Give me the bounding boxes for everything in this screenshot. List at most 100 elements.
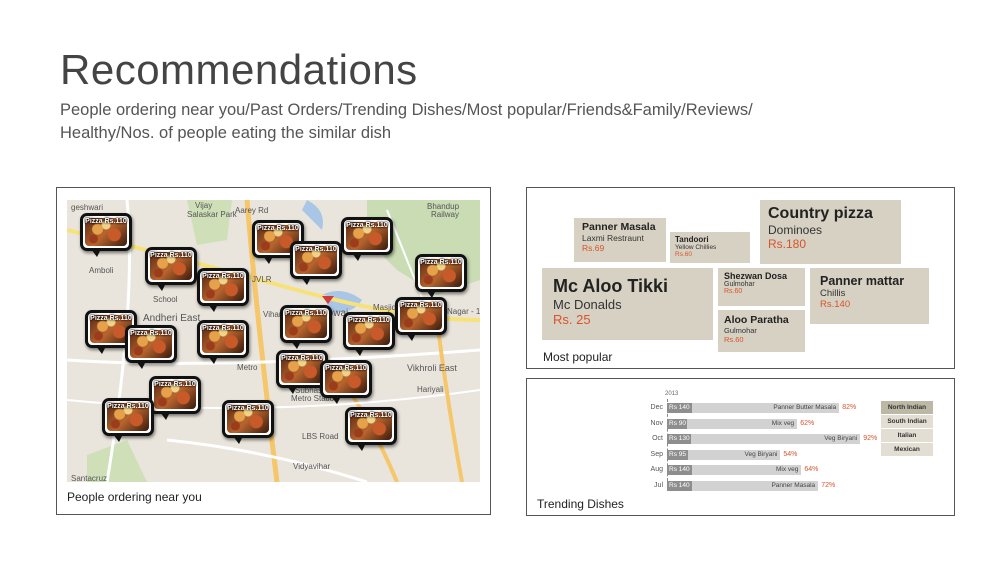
trending-price-label: Rs 130 <box>667 434 691 444</box>
popular-dish-name: Aloo Paratha <box>724 314 789 326</box>
order-pin[interactable]: Pizza Rs.110 <box>320 360 372 404</box>
trending-bar: Rs 140 Panner Masala <box>667 480 819 491</box>
pin-price-label: Pizza Rs.110 <box>420 259 462 266</box>
pin-price-label: Pizza Rs.110 <box>346 222 388 229</box>
trending-row[interactable]: Jul Rs 140 Panner Masala 72% <box>527 480 947 492</box>
map-label: Aarey Rd <box>235 206 269 215</box>
trending-dish-label: Mix veg <box>692 465 802 475</box>
legend-north-indian[interactable]: North Indian <box>881 401 933 414</box>
slide-title: Recommendations <box>60 46 418 93</box>
pin-price-label: Pizza Rs.110 <box>295 246 337 253</box>
popular-restaurant: Gulmohar <box>724 281 755 288</box>
popular-price: Rs. 25 <box>553 312 591 327</box>
trending-percent: 92% <box>863 435 878 442</box>
trending-month: Sep <box>650 450 663 458</box>
popular-tile[interactable]: Aloo Paratha Gulmohar Rs.60 <box>718 310 805 352</box>
trending-percent: 54% <box>783 450 798 458</box>
order-pin[interactable]: Pizza Rs.110 <box>345 407 397 451</box>
pin-price-label: Pizza Rs.110 <box>202 325 244 332</box>
map-label: Andheri East <box>143 313 201 324</box>
order-pin[interactable]: Pizza Rs.110 <box>149 376 201 420</box>
order-pin[interactable]: Pizza Rs.110 <box>80 213 132 257</box>
cuisine-legend: North Indian South Indian Italian Mexica… <box>881 401 933 457</box>
map-label: Santacruz <box>71 474 108 482</box>
map-label: Hariyali <box>417 385 444 394</box>
order-pin[interactable]: Pizza Rs.110 <box>341 217 393 261</box>
trending-month: Dec <box>650 404 663 411</box>
subtitle-line-2: Healthy/Nos. of people eating the simila… <box>60 124 392 142</box>
order-pin[interactable]: Pizza Rs.110 <box>102 398 154 442</box>
popular-restaurant: Yellow Chillies <box>675 244 717 251</box>
trending-month: Oct <box>652 435 663 442</box>
popular-restaurant: Chillis <box>820 288 846 299</box>
trending-bar: Rs 130 Veg Biryani <box>667 434 861 444</box>
pin-price-label: Pizza Rs.110 <box>281 355 323 362</box>
map-label: JVLR <box>252 275 272 284</box>
map-label: Vijay <box>195 201 213 210</box>
map-label: Salaskar Park <box>187 210 237 219</box>
pin-price-label: Pizza Rs.110 <box>202 273 244 280</box>
popular-price: Rs.180 <box>768 237 807 251</box>
order-pin[interactable]: Pizza Rs.110 <box>145 247 197 291</box>
slide-subtitle: People ordering near you/Past Orders/Tre… <box>60 99 820 145</box>
legend-italian[interactable]: Italian <box>881 429 933 442</box>
order-pin[interactable]: Pizza Rs.110 <box>290 241 342 285</box>
order-pin[interactable]: Pizza Rs.110 <box>280 305 332 349</box>
popular-tile[interactable]: Mc Aloo Tikki Mc Donalds Rs. 25 <box>542 268 713 340</box>
map-label: Masjid <box>373 303 397 312</box>
map-label: Metro <box>237 363 258 372</box>
popular-tile[interactable]: Panner Masala Laxmi Restraunt Rs.69 <box>574 218 666 262</box>
map-label: School <box>153 295 178 304</box>
trending-bar: Rs 140 Mix veg <box>667 465 802 475</box>
trending-dish-label: Panner Masala <box>692 480 819 491</box>
pin-price-label: Pizza Rs.110 <box>348 317 390 324</box>
popular-dish-name: Tandoori <box>675 235 709 244</box>
trending-dish-label: Veg Biryani <box>687 449 781 460</box>
popular-tile[interactable]: Tandoori Yellow Chillies Rs.60 <box>670 232 750 263</box>
legend-south-indian[interactable]: South Indian <box>881 415 933 428</box>
pin-price-label: Pizza Rs.110 <box>257 225 299 232</box>
map-label: Vikhroli East <box>407 363 457 373</box>
popular-tile[interactable]: Panner mattar Chillis Rs.140 <box>810 268 929 324</box>
order-pin[interactable]: Pizza Rs.110 <box>197 268 249 312</box>
trending-bar: Rs 140 Panner Butter Masala <box>667 403 840 413</box>
legend-mexican[interactable]: Mexican <box>881 443 933 456</box>
map-view[interactable]: geshwari Vijay Salaskar Park Aarey Rd Bh… <box>67 200 480 482</box>
pin-price-label: Pizza Rs.110 <box>130 330 172 337</box>
map-label: Vidyavihar <box>293 462 331 471</box>
trending-price-label: Rs 140 <box>667 403 692 413</box>
popular-restaurant: Dominoes <box>768 223 823 237</box>
popular-dish-name: Mc Aloo Tikki <box>553 276 669 296</box>
order-pin[interactable]: Pizza Rs.110 <box>395 297 447 341</box>
popular-dish-name: Panner mattar <box>820 274 905 288</box>
trending-month: Jul <box>654 481 663 489</box>
trending-dishes-panel: 2013 Dec Rs 140 Panner Butter Masala 82% Nov… <box>526 378 955 516</box>
pin-price-label: Pizza Rs.110 <box>285 310 327 317</box>
map-label: Amboli <box>89 266 114 275</box>
popular-dish-name: Shezwan Dosa <box>724 271 788 281</box>
pin-price-label: Pizza Rs.110 <box>350 412 392 419</box>
popular-restaurant: Gulmohar <box>724 326 757 335</box>
order-pin[interactable]: Pizza Rs.110 <box>125 325 177 369</box>
popular-price: Rs.60 <box>724 335 744 344</box>
order-pin[interactable]: Pizza Rs.110 <box>222 400 274 444</box>
trending-price-label: Rs 140 <box>667 465 692 475</box>
popular-tile[interactable]: Shezwan Dosa Gulmohar Rs.60 <box>718 268 805 306</box>
trending-panel-caption: Trending Dishes <box>537 497 624 511</box>
trending-month: Nov <box>650 419 663 427</box>
order-pin[interactable]: Pizza Rs.110 <box>343 312 395 356</box>
pin-price-label: Pizza Rs.110 <box>150 252 192 259</box>
pin-price-label: Pizza Rs.110 <box>400 302 442 309</box>
trending-price-label: Rs 90 <box>667 418 687 429</box>
trending-percent: 82% <box>842 404 857 411</box>
order-pin[interactable]: Pizza Rs.110 <box>197 320 249 364</box>
popular-tile[interactable]: Country pizza Dominoes Rs.180 <box>760 200 901 264</box>
trending-row[interactable]: Aug Rs 140 Mix veg 64% <box>527 465 947 476</box>
pin-price-label: Pizza Rs.110 <box>325 365 367 372</box>
popular-restaurant: Mc Donalds <box>553 297 622 312</box>
order-pin[interactable]: Pizza Rs.110 <box>415 254 467 298</box>
trending-percent: 64% <box>804 466 819 473</box>
popular-price: Rs.69 <box>582 243 605 253</box>
trending-year: 2013 <box>665 391 679 397</box>
popular-price: Rs.60 <box>724 288 743 295</box>
